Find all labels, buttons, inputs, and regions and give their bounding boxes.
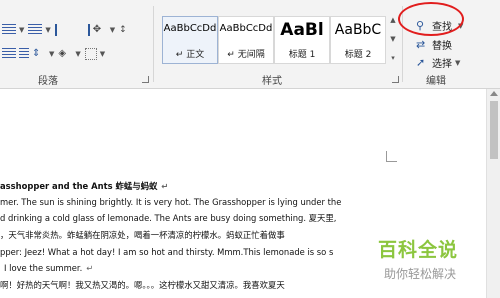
distributed-icon[interactable] (19, 48, 29, 60)
style-heading-1[interactable]: AaBl 标题 1 (274, 16, 330, 64)
paragraph-mark: ↵ (161, 181, 169, 191)
style-name: 标题 1 (288, 50, 316, 60)
doc-line-text: asshopper and the Ants 蚱蜢与蚂蚁 (0, 181, 158, 191)
doc-line: 啊！好热的天气啊！我又热又渴的。嗯。。。这柠檬水又甜又清凉。我喜欢夏天 (0, 279, 285, 292)
watermark-logo: 百科全说 助你轻松解决 (376, 235, 500, 295)
doc-line-text: mer. The sun is shining brightly. It is … (0, 197, 342, 207)
doc-line: asshopper and the Ants 蚱蜢与蚂蚁 ↵ (0, 180, 168, 193)
doc-line-text: 啊！好热的天气啊！我又热又渴的。嗯。。。这柠檬水又甜又清凉。我喜欢夏天 (0, 280, 285, 290)
paragraph-group-label: 段落 (38, 76, 58, 87)
watermark-subtitle: 助你轻松解决 (384, 267, 457, 281)
doc-line-text: d drinking a cold glass of lemonade. The… (0, 213, 337, 223)
group-divider (153, 6, 154, 82)
multilevel-icon[interactable] (28, 24, 43, 36)
ribbon: ▼ ▼ ✥ ▼ ↕ ⇕ ▼ ◈ ▼ ▼ 段落 AaBbCcDd ↵ 正文 AaBbCc… (0, 0, 500, 89)
doc-line-text: pper: Jeez! What a hot day! I am so hot … (0, 247, 334, 257)
decrease-indent-icon[interactable] (54, 24, 71, 36)
justify-icon[interactable] (2, 48, 16, 60)
watermark-title: 百科全说 (378, 239, 459, 261)
doc-line-text: ，天气非常炎热。蚱蜢躺在阴凉处，喝着一杯清凉的柠檬水。蚂蚁正忙着做事 (0, 230, 285, 240)
paragraph-row-2: ⇕ ▼ ◈ ▼ ▼ (2, 46, 109, 62)
annotation-circle (398, 2, 464, 36)
style-preview: AaBbCcDd (163, 23, 217, 34)
style-heading-2[interactable]: AaBbC 标题 2 (330, 16, 386, 64)
chinese-layout-icon[interactable]: ✥ (93, 24, 107, 36)
editing-group-label: 编辑 (426, 76, 446, 87)
style-preview: AaBl (280, 20, 324, 40)
chevron-down-icon[interactable]: ▼ (455, 59, 460, 67)
paragraph-group: ▼ ▼ ✥ ▼ ↕ ⇕ ▼ ◈ ▼ ▼ 段落 (0, 0, 152, 88)
styles-group: AaBbCcDd ↵ 正文 AaBbCcDd ↵ 无间隔 AaBl 标题 1 A… (156, 0, 402, 88)
styles-dialog-launcher[interactable] (392, 76, 399, 83)
more-icon[interactable]: ▾ (391, 54, 395, 62)
chevron-down-icon[interactable]: ▼ (19, 26, 24, 34)
replace-label: 替换 (432, 41, 452, 52)
chevron-down-icon[interactable]: ▼ (45, 26, 50, 34)
style-name: ↵ 正文 (175, 50, 205, 60)
replace-button[interactable]: ⇄ 替换 (416, 37, 452, 52)
numbering-icon[interactable] (2, 24, 16, 36)
select-icon: ➚ (416, 56, 426, 69)
chevron-down-icon[interactable]: ▼ (49, 50, 54, 58)
replace-icon: ⇄ (416, 38, 426, 51)
style-no-spacing[interactable]: AaBbCcDd ↵ 无间隔 (218, 16, 274, 64)
shading-icon[interactable]: ◈ (58, 48, 72, 60)
line-spacing-icon[interactable]: ⇕ (32, 48, 46, 60)
select-label: 选择 (432, 59, 452, 70)
doc-line: I love the summer. ↵ (4, 262, 93, 275)
chevron-down-icon[interactable]: ▼ (75, 50, 80, 58)
style-preview: AaBbC (334, 22, 382, 38)
scrollbar-thumb[interactable] (490, 101, 498, 159)
doc-line: pper: Jeez! What a hot day! I am so hot … (0, 246, 333, 259)
style-name: 标题 2 (344, 50, 372, 60)
doc-line: d drinking a cold glass of lemonade. The… (0, 212, 336, 225)
style-normal[interactable]: AaBbCcDd ↵ 正文 (162, 16, 218, 64)
sort-icon[interactable]: ↕ (119, 24, 133, 36)
margin-marker (386, 151, 397, 162)
paragraph-dialog-launcher[interactable] (142, 76, 149, 83)
doc-line: mer. The sun is shining brightly. It is … (0, 196, 341, 209)
chevron-down-icon[interactable]: ▼ (110, 26, 115, 34)
doc-line-text: I love the summer. (4, 263, 83, 273)
chevron-down-icon[interactable]: ▼ (100, 50, 105, 58)
select-button[interactable]: ➚ 选择 ▼ (416, 55, 460, 70)
chevron-up-icon[interactable]: ▲ (390, 16, 395, 24)
scroll-up-icon[interactable] (490, 91, 498, 96)
paragraph-mark: ↵ (86, 263, 94, 273)
paragraph-row-1: ▼ ▼ ✥ ▼ ↕ (2, 22, 136, 38)
increase-indent-icon[interactable] (74, 24, 90, 36)
style-name: ↵ 无间隔 (227, 50, 265, 60)
borders-icon[interactable] (84, 48, 97, 60)
styles-group-label: 样式 (262, 76, 282, 87)
doc-line: ，天气非常炎热。蚱蜢躺在阴凉处，喝着一杯清凉的柠檬水。蚂蚁正忙着做事 (0, 229, 285, 242)
styles-gallery-scroll: ▲ ▼ ▾ (387, 16, 399, 62)
style-preview: AaBbCcDd (219, 23, 273, 34)
chevron-down-icon[interactable]: ▼ (390, 35, 395, 43)
